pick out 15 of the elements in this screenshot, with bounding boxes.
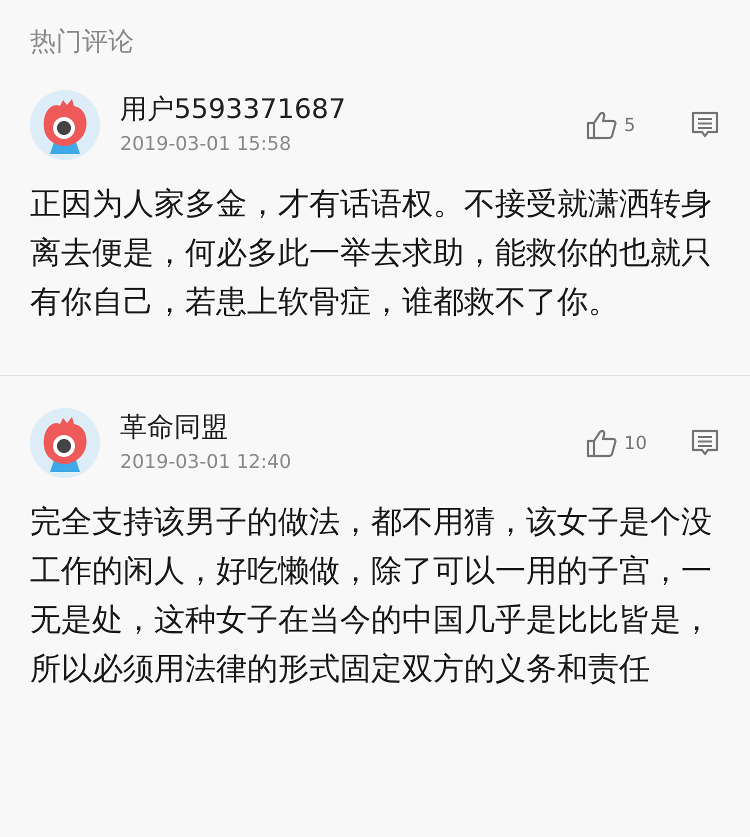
comment-text: 正因为人家多金，才有话语权。不接受就潇洒转身离去便是，何必多此一举去求助，能救你的也就只有你自己，若患上软骨症，谁都救不了你。	[30, 185, 713, 322]
username[interactable]: 革命同盟	[120, 411, 586, 445]
section-title: 热门评论	[29, 26, 135, 59]
avatar-icon[interactable]	[30, 408, 100, 478]
comment-text: 完全支持该男子的做法，都不用猜，该女子是个没工作的闲人，好吃懒做，除了可以一用的子宫，一无是处，这种女子在当今的中国几乎是比比皆是，所以必须用法律的形式固定双方的义务和责任	[30, 503, 713, 689]
thumbs-up-icon[interactable]	[586, 428, 618, 458]
timestamp: 2019-03-01 12:40	[120, 450, 292, 475]
username[interactable]: 用户5593371687	[120, 93, 586, 127]
thumbs-up-icon[interactable]	[586, 110, 618, 140]
like-count: 5	[624, 114, 636, 136]
avatar-icon[interactable]	[30, 90, 100, 160]
like-count: 10	[624, 432, 648, 454]
timestamp: 2019-03-01 15:58	[120, 132, 292, 157]
comment-icon[interactable]	[690, 111, 720, 139]
comment-icon[interactable]	[690, 429, 720, 457]
